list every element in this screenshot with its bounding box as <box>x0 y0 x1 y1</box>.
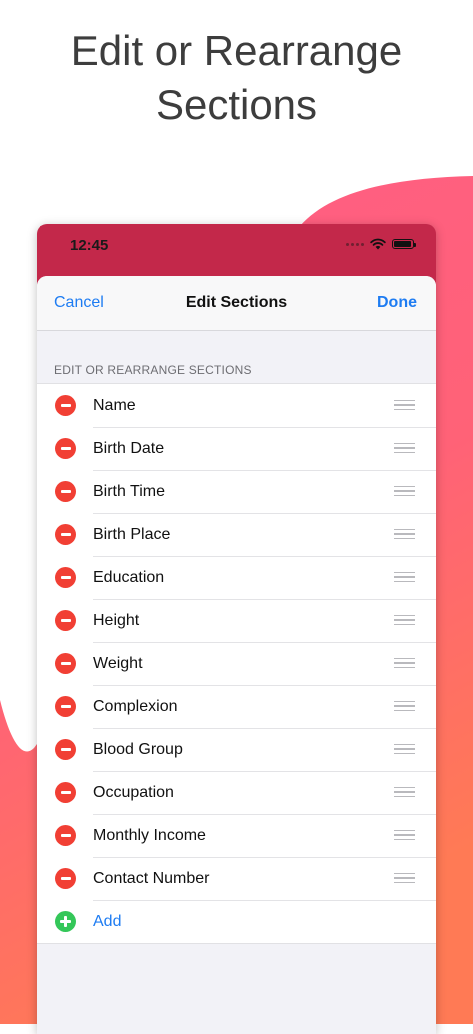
nav-bar: Cancel Edit Sections Done <box>37 276 436 331</box>
section-row[interactable]: Occupation <box>37 771 436 814</box>
reorder-handle-icon[interactable] <box>394 658 415 669</box>
section-label: Complexion <box>93 697 178 715</box>
add-icon[interactable] <box>55 911 76 932</box>
battery-icon <box>392 239 416 249</box>
section-label: Blood Group <box>93 740 183 758</box>
delete-icon[interactable] <box>55 868 76 889</box>
headline-line-1: Edit or Rearrange <box>70 27 403 74</box>
section-label: Education <box>93 568 165 586</box>
delete-icon[interactable] <box>55 481 76 502</box>
headline: Edit or Rearrange Sections <box>0 24 473 132</box>
delete-icon[interactable] <box>55 782 76 803</box>
section-header: EDIT OR REARRANGE SECTIONS <box>54 363 252 377</box>
reorder-handle-icon[interactable] <box>394 486 415 497</box>
sections-list: Name Birth Date Birth Time Birth Place Educa… <box>37 383 436 944</box>
reorder-handle-icon[interactable] <box>394 830 415 841</box>
reorder-handle-icon[interactable] <box>394 701 415 712</box>
reorder-handle-icon[interactable] <box>394 615 415 626</box>
section-label: Birth Place <box>93 525 171 543</box>
section-row[interactable]: Complexion <box>37 685 436 728</box>
signal-dots-icon <box>346 242 364 246</box>
section-row[interactable]: Birth Date <box>37 427 436 470</box>
done-button[interactable]: Done <box>377 294 417 312</box>
delete-icon[interactable] <box>55 395 76 416</box>
status-bar: 12:45 <box>37 224 436 276</box>
reorder-handle-icon[interactable] <box>394 744 415 755</box>
delete-icon[interactable] <box>55 567 76 588</box>
section-row[interactable]: Birth Place <box>37 513 436 556</box>
add-section-row[interactable]: Add <box>37 900 436 943</box>
section-row[interactable]: Weight <box>37 642 436 685</box>
add-section-button[interactable]: Add <box>93 913 121 931</box>
delete-icon[interactable] <box>55 739 76 760</box>
delete-icon[interactable] <box>55 696 76 717</box>
reorder-handle-icon[interactable] <box>394 529 415 540</box>
reorder-handle-icon[interactable] <box>394 400 415 411</box>
reorder-handle-icon[interactable] <box>394 787 415 798</box>
reorder-handle-icon[interactable] <box>394 873 415 884</box>
section-label: Occupation <box>93 783 174 801</box>
section-label: Weight <box>93 654 143 672</box>
section-row[interactable]: Monthly Income <box>37 814 436 857</box>
section-label: Birth Time <box>93 482 166 500</box>
section-row[interactable]: Height <box>37 599 436 642</box>
reorder-handle-icon[interactable] <box>394 443 415 454</box>
section-label: Name <box>93 396 136 414</box>
cancel-button[interactable]: Cancel <box>54 294 104 312</box>
reorder-handle-icon[interactable] <box>394 572 415 583</box>
section-row[interactable]: Blood Group <box>37 728 436 771</box>
delete-icon[interactable] <box>55 653 76 674</box>
section-label: Contact Number <box>93 869 210 887</box>
wifi-icon <box>370 238 386 250</box>
status-icons <box>346 238 416 250</box>
edit-sections-sheet: Cancel Edit Sections Done EDIT OR REARRA… <box>37 276 436 1034</box>
section-row[interactable]: Name <box>37 384 436 427</box>
section-row[interactable]: Education <box>37 556 436 599</box>
delete-icon[interactable] <box>55 610 76 631</box>
delete-icon[interactable] <box>55 524 76 545</box>
headline-line-2: Sections <box>155 81 318 128</box>
section-label: Birth Date <box>93 439 165 457</box>
delete-icon[interactable] <box>55 438 76 459</box>
section-label: Monthly Income <box>93 826 206 844</box>
status-time: 12:45 <box>70 237 109 254</box>
section-row[interactable]: Birth Time <box>37 470 436 513</box>
phone-screen: 12:45 Cancel Edit Sections Done EDIT OR … <box>37 224 436 1034</box>
section-label: Height <box>93 611 140 629</box>
delete-icon[interactable] <box>55 825 76 846</box>
section-row[interactable]: Contact Number <box>37 857 436 900</box>
